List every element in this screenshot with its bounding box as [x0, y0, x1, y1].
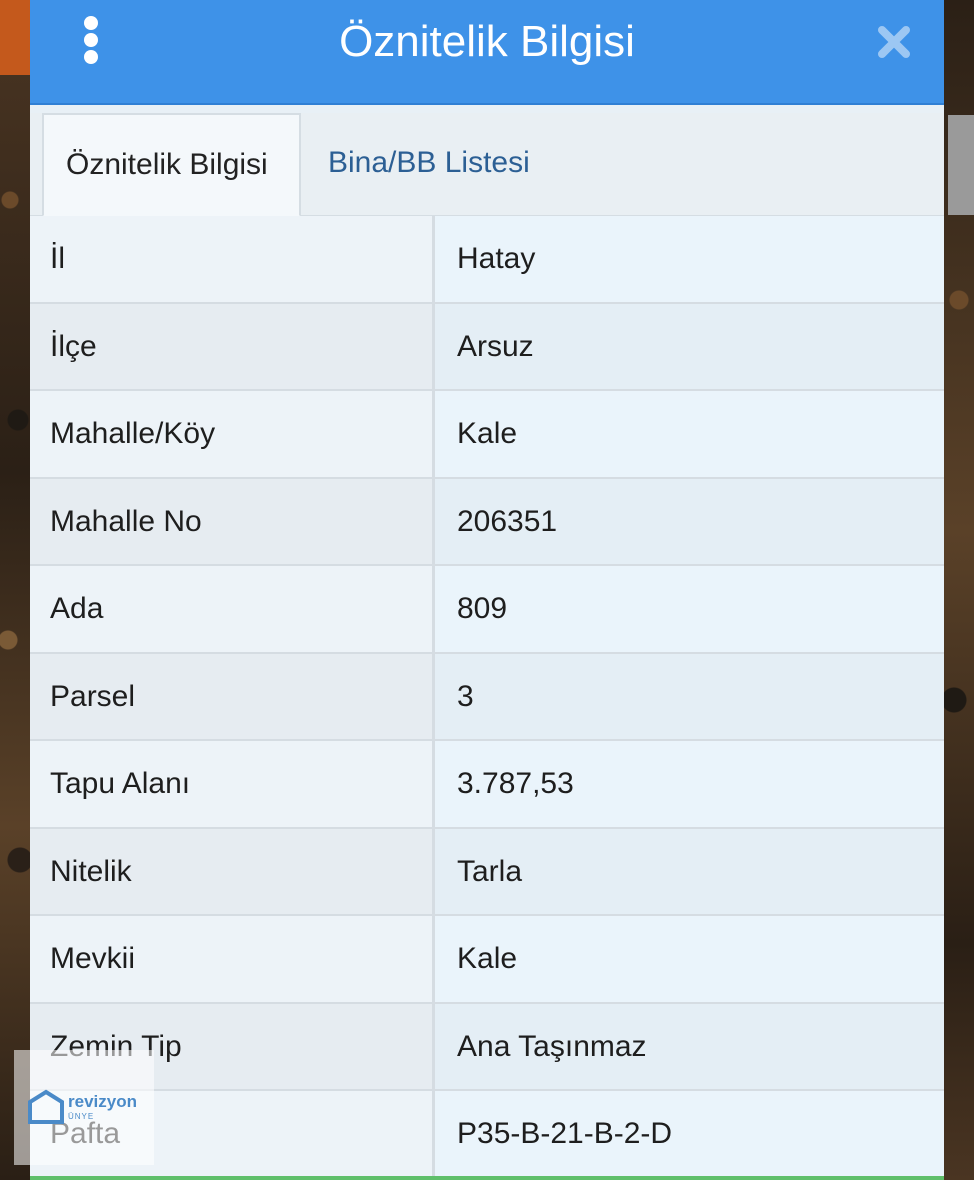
row-value: 3.787,53 [435, 741, 944, 827]
table-row: Nitelik Tarla [30, 828, 944, 916]
table-row: Tapu Alanı 3.787,53 [30, 741, 944, 829]
row-value: P35-B-21-B-2-D [435, 1091, 944, 1177]
row-value: Ana Taşınmaz [435, 1003, 944, 1089]
panel-header: Öznitelik Bilgisi [30, 0, 944, 105]
table-row: Zemin Tip Ana Taşınmaz [30, 1003, 944, 1091]
row-value: Kale [435, 916, 944, 1002]
bottom-accent-line [30, 1176, 944, 1180]
row-key: İl [30, 216, 435, 302]
logo-name: revizyon [68, 1092, 137, 1111]
logo-sub: ÜNYE [68, 1112, 95, 1121]
row-key: Parsel [30, 653, 435, 739]
row-value: Arsuz [435, 303, 944, 389]
table-row: Mahalle/Köy Kale [30, 391, 944, 479]
row-value: 206351 [435, 478, 944, 564]
row-value: 3 [435, 653, 944, 739]
table-row: İlçe Arsuz [30, 303, 944, 391]
tab-building-list[interactable]: Bina/BB Listesi [306, 113, 552, 213]
table-row: Parsel 3 [30, 653, 944, 741]
row-key: Mahalle No [30, 478, 435, 564]
attribute-info-panel: Öznitelik Bilgisi Öznitelik Bilgisi Bina… [30, 0, 944, 1180]
house-logo-icon [28, 1089, 64, 1124]
table-row: Mevkii Kale [30, 916, 944, 1004]
row-value: Hatay [435, 216, 944, 302]
row-value: Tarla [435, 828, 944, 914]
tab-attribute-info[interactable]: Öznitelik Bilgisi [42, 113, 301, 217]
row-value: 809 [435, 566, 944, 652]
row-value: Kale [435, 391, 944, 477]
table-row: İl Hatay [30, 216, 944, 304]
row-key: Nitelik [30, 828, 435, 914]
panel-title: Öznitelik Bilgisi [339, 17, 635, 66]
row-key: İlçe [30, 303, 435, 389]
tab-bar: Öznitelik Bilgisi Bina/BB Listesi [30, 113, 944, 217]
watermark-logo: revizyon ÜNYE [14, 1050, 154, 1165]
row-key: Mahalle/Köy [30, 391, 435, 477]
row-key: Tapu Alanı [30, 741, 435, 827]
row-key: Mevkii [30, 916, 435, 1002]
close-icon[interactable] [874, 22, 914, 62]
map-background-left [0, 0, 30, 1180]
scrollbar-thumb[interactable] [948, 115, 974, 215]
row-key: Ada [30, 566, 435, 652]
map-background-left-top [0, 0, 30, 75]
table-row: Mahalle No 206351 [30, 478, 944, 566]
table-row: Pafta P35-B-21-B-2-D [30, 1091, 944, 1179]
attribute-table: İl Hatay İlçe Arsuz Mahalle/Köy Kale Mah… [30, 216, 944, 1179]
table-row: Ada 809 [30, 566, 944, 654]
